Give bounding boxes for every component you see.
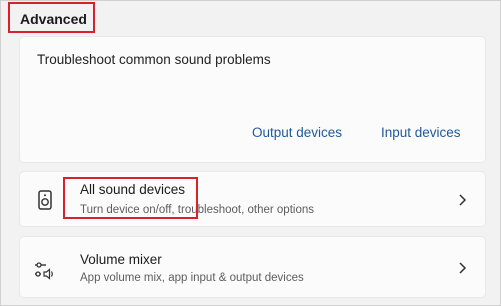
chevron-right-icon: [459, 194, 467, 206]
speaker-icon: [38, 190, 52, 210]
output-devices-link[interactable]: Output devices: [252, 125, 342, 140]
volume-mixer-row[interactable]: Volume mixer App volume mix, app input &…: [20, 237, 485, 297]
input-devices-link[interactable]: Input devices: [381, 125, 461, 140]
highlight-box-all-sound-devices: [63, 177, 198, 219]
troubleshoot-title: Troubleshoot common sound problems: [37, 52, 271, 67]
highlight-box-advanced: [8, 2, 95, 33]
chevron-right-icon: [459, 262, 467, 274]
volume-mixer-subtitle: App volume mix, app input & output devic…: [80, 272, 304, 284]
troubleshoot-card: Troubleshoot common sound problems Outpu…: [20, 37, 485, 162]
volume-mixer-icon: [35, 262, 53, 280]
volume-mixer-title: Volume mixer: [80, 252, 162, 267]
